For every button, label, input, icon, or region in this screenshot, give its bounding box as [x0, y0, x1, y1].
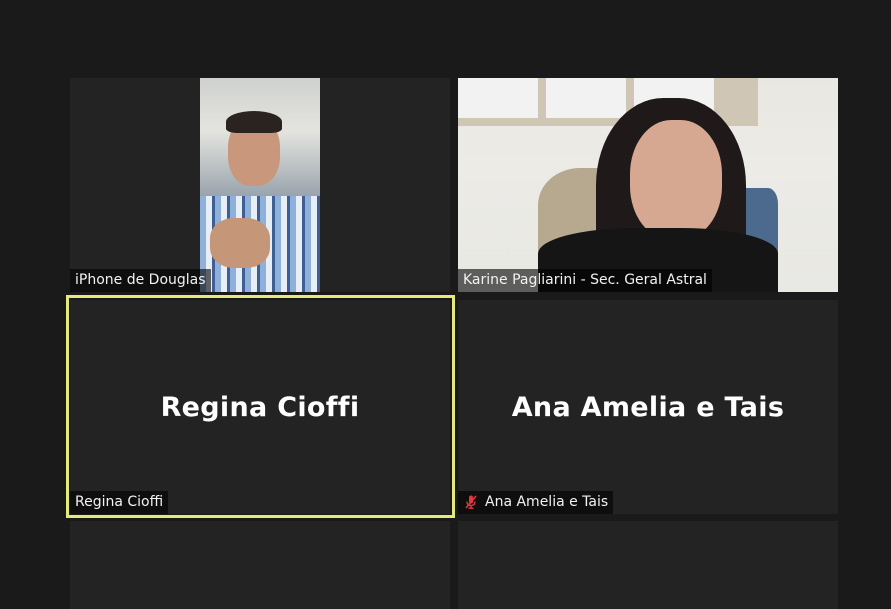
- participant-tile[interactable]: [70, 521, 450, 609]
- participant-video-feed: [200, 78, 320, 292]
- participant-name: Regina Cioffi: [75, 494, 164, 510]
- participant-name-tag: Regina Cioffi: [70, 491, 169, 514]
- participant-tile-regina[interactable]: Regina Cioffi Regina Cioffi: [70, 300, 450, 514]
- participant-tile-douglas[interactable]: iPhone de Douglas: [70, 78, 450, 292]
- participant-display-name: Regina Cioffi: [160, 392, 360, 423]
- participant-video-feed: [458, 78, 838, 292]
- participant-name-tag: Ana Amelia e Tais: [458, 491, 614, 514]
- participant-name-tag: Karine Pagliarini - Sec. Geral Astral: [458, 269, 712, 292]
- participant-name-tag: iPhone de Douglas: [70, 269, 211, 292]
- participant-tile[interactable]: [458, 521, 838, 609]
- participant-name: iPhone de Douglas: [75, 272, 206, 288]
- participant-name: Ana Amelia e Tais: [485, 494, 609, 510]
- participant-display-name: Ana Amelia e Tais: [511, 392, 785, 423]
- participant-tile-ana-amelia[interactable]: Ana Amelia e Tais Ana Amelia e Tais: [458, 300, 838, 514]
- participant-tile-karine[interactable]: Karine Pagliarini - Sec. Geral Astral: [458, 78, 838, 292]
- microphone-muted-icon: [463, 494, 479, 510]
- participant-name: Karine Pagliarini - Sec. Geral Astral: [463, 272, 707, 288]
- video-gallery: iPhone de Douglas Karine Pagliarini - Se…: [0, 0, 891, 609]
